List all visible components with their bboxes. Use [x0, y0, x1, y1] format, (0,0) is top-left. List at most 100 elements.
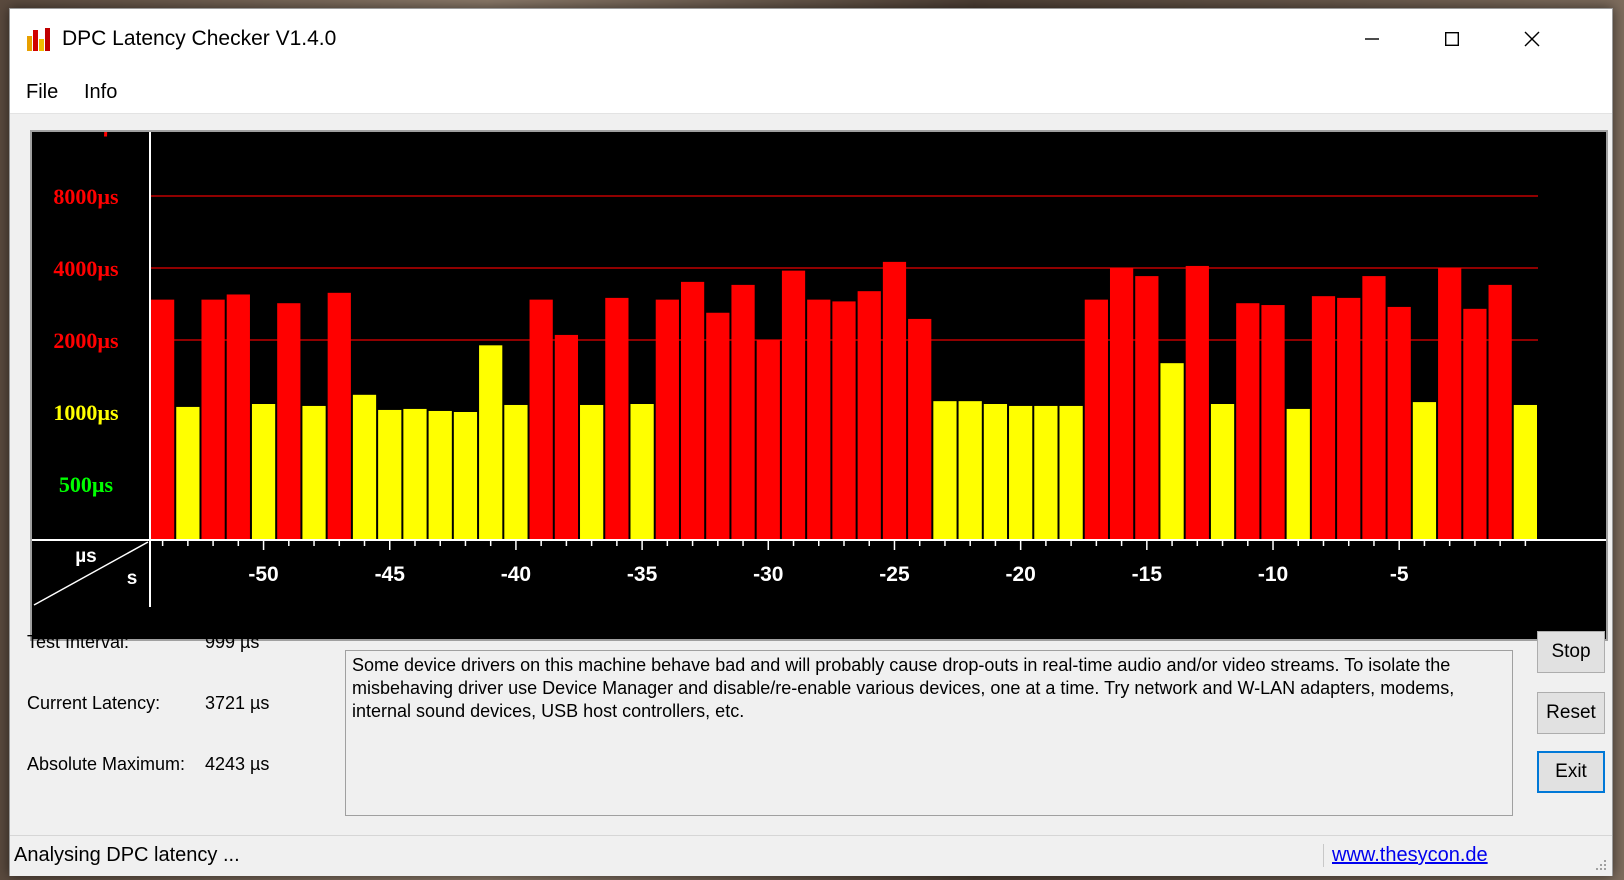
y-tick-label: 8000µs	[53, 184, 119, 209]
latency-bar	[529, 299, 553, 539]
latency-bar	[958, 401, 982, 539]
resize-grip-icon[interactable]	[1592, 856, 1608, 872]
maximize-icon	[1445, 32, 1459, 46]
x-tick-label: -40	[501, 563, 531, 586]
y-tick-label: 1000µs	[53, 400, 119, 425]
latency-bar	[428, 410, 452, 539]
latency-chart-svg: 16000µs 8000µs 4000µs 2000µs 1000µs 500µs -50…	[32, 132, 1606, 607]
latency-bar	[1513, 404, 1537, 539]
latency-bar	[201, 299, 225, 539]
latency-bar	[983, 404, 1008, 539]
minimize-button[interactable]	[1332, 9, 1412, 69]
close-button[interactable]	[1492, 9, 1572, 69]
y-tick-label: 16000µs	[48, 132, 125, 137]
corner-label-us: µs	[75, 546, 97, 567]
status-bar: Analysing DPC latency ... www.thesycon.d…	[10, 835, 1612, 876]
maximize-button[interactable]	[1412, 9, 1492, 69]
latency-bar	[882, 261, 907, 539]
x-tick-label: -10	[1258, 563, 1288, 586]
latency-bar	[378, 409, 402, 539]
latency-bar	[453, 412, 478, 539]
latency-bar	[151, 299, 175, 539]
latency-bar	[655, 299, 679, 539]
latency-bar	[1059, 405, 1083, 539]
reset-button[interactable]: Reset	[1537, 692, 1605, 734]
x-tick-label: -15	[1132, 563, 1163, 586]
latency-bar	[706, 312, 730, 539]
latency-bar	[1160, 363, 1184, 539]
x-tick-label: -50	[248, 563, 278, 586]
latency-bar	[1084, 299, 1108, 539]
latency-bar	[226, 294, 250, 539]
latency-bar	[1236, 303, 1260, 539]
latency-bar	[1135, 276, 1159, 539]
menu-bar: File Info	[10, 69, 1612, 114]
latency-bar	[807, 299, 831, 539]
latency-bar	[1009, 405, 1033, 539]
current-latency-label: Current Latency:	[27, 693, 161, 713]
status-text: Analysing DPC latency ...	[14, 844, 240, 866]
latency-bar	[1412, 402, 1437, 539]
latency-bar	[933, 401, 957, 539]
x-tick-label: -5	[1390, 563, 1409, 586]
stop-button[interactable]: Stop	[1537, 631, 1605, 673]
menu-info[interactable]: Info	[84, 81, 117, 104]
latency-chart: 16000µs 8000µs 4000µs 2000µs 1000µs 500µs -50…	[30, 130, 1608, 641]
absolute-maximum-label: Absolute Maximum:	[27, 754, 186, 774]
close-icon	[1524, 31, 1540, 47]
latency-bar	[580, 404, 604, 539]
current-latency-value: 3721 µs	[205, 693, 270, 713]
latency-bar	[277, 303, 301, 539]
test-interval-value: 999 µs	[205, 632, 260, 652]
latency-bar	[1438, 268, 1462, 539]
latency-bar	[251, 404, 276, 539]
latency-bar	[479, 345, 503, 539]
latency-bar	[504, 404, 528, 539]
window-title: DPC Latency Checker V1.4.0	[62, 27, 337, 50]
latency-bar	[832, 301, 856, 539]
latency-bar	[1109, 268, 1134, 539]
latency-bar	[327, 292, 351, 539]
latency-bar	[1387, 306, 1411, 539]
latency-bar	[302, 405, 326, 539]
latency-bar	[857, 291, 881, 539]
website-link[interactable]: www.thesycon.de	[1323, 844, 1488, 867]
y-tick-label: 4000µs	[53, 256, 119, 281]
latency-bar	[630, 404, 654, 539]
latency-bar	[908, 318, 932, 539]
minimize-icon	[1365, 38, 1379, 40]
latency-bar	[1210, 404, 1235, 539]
x-tick-label: -45	[375, 563, 406, 586]
menu-file[interactable]: File	[26, 81, 58, 104]
latency-bar	[554, 334, 579, 539]
latency-bar	[1311, 296, 1336, 539]
latency-bar	[605, 297, 629, 539]
latency-bar	[1185, 265, 1209, 539]
exit-button[interactable]: Exit	[1537, 751, 1605, 793]
x-tick-label: -35	[627, 563, 658, 586]
app-bars-icon	[27, 28, 50, 51]
corner-label-s: s	[127, 568, 138, 589]
latency-bar	[1463, 308, 1487, 539]
x-tick-label: -20	[1005, 563, 1035, 586]
diagnostic-message: Some device drivers on this machine beha…	[345, 650, 1513, 816]
app-window: DPC Latency Checker V1.4.0 File Info 800…	[9, 8, 1613, 876]
x-tick-label: -25	[879, 563, 910, 586]
latency-bar	[1337, 297, 1361, 539]
title-bar[interactable]: DPC Latency Checker V1.4.0	[10, 9, 1612, 69]
y-tick-label: 500µs	[59, 472, 114, 497]
latency-bar	[176, 406, 200, 539]
latency-bar	[1362, 276, 1386, 539]
latency-bar	[1286, 408, 1310, 539]
latency-bar	[781, 270, 806, 539]
latency-bar	[352, 394, 377, 539]
absolute-maximum-value: 4243 µs	[205, 754, 270, 774]
latency-bar	[1261, 305, 1285, 539]
latency-bar	[731, 284, 755, 539]
latency-bar	[1034, 405, 1058, 539]
test-interval-label: Test Interval:	[27, 632, 130, 652]
latency-bar	[756, 340, 780, 539]
latency-bar	[680, 281, 705, 539]
y-tick-label: 2000µs	[53, 328, 119, 353]
latency-bar	[1488, 284, 1512, 539]
